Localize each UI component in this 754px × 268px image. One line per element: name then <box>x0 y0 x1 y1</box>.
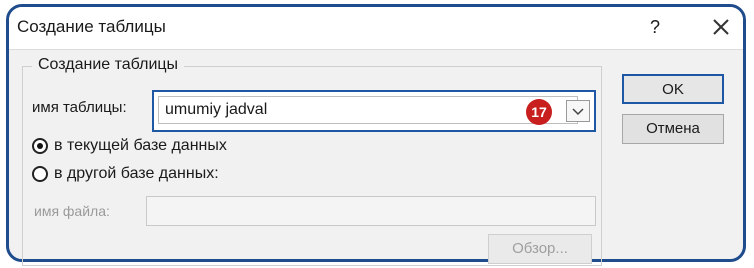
table-name-label: имя таблицы: <box>32 99 127 116</box>
ok-button[interactable]: OK <box>622 74 724 104</box>
help-button[interactable]: ? <box>641 13 669 41</box>
close-button[interactable] <box>705 11 737 43</box>
radio-current-db[interactable]: в текущей базе данных <box>32 137 227 155</box>
radio-other-db[interactable]: в другой базе данных: <box>32 165 219 183</box>
callout-marker: 17 <box>526 99 552 125</box>
cancel-button[interactable]: Отмена <box>622 114 724 144</box>
title-bar: Создание таблицы ? <box>9 7 743 50</box>
group-legend: Создание таблицы <box>32 56 185 74</box>
radio-current-db-label: в текущей базе данных <box>54 137 227 154</box>
radio-other-db-label: в другой базе данных: <box>54 165 219 182</box>
dialog-title: Создание таблицы <box>17 17 166 36</box>
browse-button[interactable]: Обзор... <box>488 234 592 264</box>
chevron-down-icon <box>572 108 584 116</box>
radio-other-db-button[interactable] <box>32 166 48 182</box>
radio-current-db-button[interactable] <box>32 138 48 154</box>
dropdown-button[interactable] <box>566 100 590 122</box>
file-name-label: имя файла: <box>34 203 110 219</box>
close-icon <box>713 19 729 35</box>
file-name-input[interactable] <box>146 196 596 226</box>
table-name-input[interactable]: umumiy jadval <box>158 96 578 124</box>
